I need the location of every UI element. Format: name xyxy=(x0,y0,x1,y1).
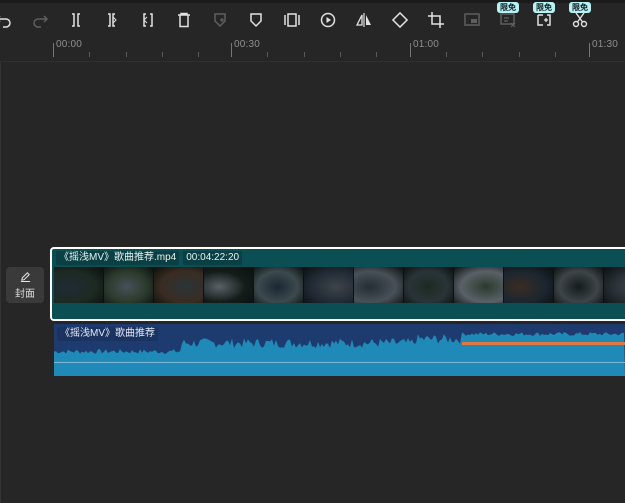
crop-icon xyxy=(428,12,444,28)
ruler-minor-tick xyxy=(304,52,305,57)
cover-label: 封面 xyxy=(15,288,35,300)
marker-icon xyxy=(250,13,262,28)
rotate-icon xyxy=(391,11,409,29)
audio-clip[interactable]: 《摇浅MV》歌曲推荐 xyxy=(54,324,625,376)
video-thumbnail xyxy=(554,267,604,303)
delete-left-button[interactable] xyxy=(101,9,123,31)
ruler-minor-tick xyxy=(198,52,199,57)
ruler-label: 00:00 xyxy=(56,39,83,50)
rotate-button[interactable] xyxy=(389,9,411,31)
mirror-button[interactable] xyxy=(353,9,375,31)
track-gutter-divider xyxy=(0,62,1,503)
trim-left-icon xyxy=(108,13,117,27)
trash-icon xyxy=(178,12,190,28)
video-thumbnail xyxy=(354,267,404,303)
ruler-minor-tick xyxy=(340,52,341,57)
delete-button[interactable] xyxy=(173,9,195,31)
audio-clip-name: 《摇浅MV》歌曲推荐 xyxy=(57,327,158,341)
video-clip-footer xyxy=(52,303,625,319)
timeline-ruler[interactable]: 00:00 00:30 01:00 01:30 xyxy=(0,37,625,62)
mask-button[interactable]: 限免 xyxy=(533,2,555,31)
freeze-button[interactable] xyxy=(281,9,303,31)
video-clip-name: 《摇浅MV》歌曲推荐.mp4 xyxy=(56,251,180,265)
undo-button[interactable] xyxy=(0,9,15,31)
ruler-minor-tick xyxy=(482,52,483,57)
shield-plus-icon xyxy=(214,13,226,28)
play-reverse-button[interactable] xyxy=(317,9,339,31)
scissors-icon xyxy=(572,12,588,28)
video-clip-header: 《摇浅MV》歌曲推荐.mp4 00:04:22:20 xyxy=(56,251,243,265)
split-icon xyxy=(72,13,80,27)
edit-toolbar: 限免 限免 限免 xyxy=(0,2,625,37)
video-clip[interactable]: 《摇浅MV》歌曲推荐.mp4 00:04:22:20 xyxy=(50,247,625,321)
undo-icon xyxy=(0,16,11,28)
ruler-major-tick xyxy=(231,43,232,57)
freeze-frame-disabled-button[interactable] xyxy=(209,9,231,31)
video-thumbnail xyxy=(104,267,154,303)
video-thumbnail xyxy=(204,267,254,303)
video-thumbnail xyxy=(504,267,554,303)
ruler-minor-tick xyxy=(126,52,127,57)
ruler-major-tick xyxy=(410,43,411,57)
pencil-icon xyxy=(20,271,30,282)
video-clip-duration: 00:04:22:20 xyxy=(183,251,243,265)
play-circle-icon xyxy=(320,12,336,28)
video-thumbnail xyxy=(404,267,454,303)
video-thumbnail xyxy=(604,267,625,303)
video-thumbnail xyxy=(304,267,354,303)
marker-button[interactable] xyxy=(245,9,267,31)
mirror-icon xyxy=(355,13,371,27)
redo-button[interactable] xyxy=(29,9,51,31)
ruler-minor-tick xyxy=(519,52,520,57)
waveform-clipping-peak xyxy=(462,342,625,345)
video-thumbnail xyxy=(54,267,104,303)
video-thumbnail xyxy=(454,267,504,303)
ruler-minor-tick xyxy=(89,52,90,57)
ruler-label: 00:30 xyxy=(234,39,261,50)
picture-disabled-button[interactable] xyxy=(461,9,483,31)
video-thumbnail-strip xyxy=(54,267,625,303)
ruler-label: 01:00 xyxy=(413,39,440,50)
redo-icon xyxy=(33,15,49,28)
free-badge: 限免 xyxy=(533,2,555,13)
ruler-minor-tick xyxy=(376,52,377,57)
ruler-major-tick xyxy=(589,43,590,57)
ruler-minor-tick xyxy=(162,52,163,57)
subtitle-disabled-button[interactable]: 限免 xyxy=(497,2,519,31)
split-button[interactable] xyxy=(65,9,87,31)
ruler-label: 01:30 xyxy=(592,39,619,50)
trim-right-icon xyxy=(143,13,153,27)
ruler-minor-tick xyxy=(555,52,556,57)
image-frame-icon xyxy=(464,13,480,26)
video-thumbnail xyxy=(154,267,204,303)
smart-cutout-button[interactable]: 限免 xyxy=(569,2,591,31)
ruler-major-tick xyxy=(53,43,54,57)
video-thumbnail xyxy=(254,267,304,303)
subtitle-icon xyxy=(500,13,516,28)
mask-icon xyxy=(537,14,551,26)
free-badge: 限免 xyxy=(569,2,591,13)
volume-line[interactable] xyxy=(54,362,625,363)
delete-right-button[interactable] xyxy=(137,9,159,31)
cover-button[interactable]: 封面 xyxy=(6,267,44,303)
crop-button[interactable] xyxy=(425,9,447,31)
ruler-minor-tick xyxy=(267,52,268,57)
freeze-frame-icon xyxy=(284,13,300,27)
ruler-minor-tick xyxy=(446,52,447,57)
free-badge: 限免 xyxy=(497,2,519,13)
